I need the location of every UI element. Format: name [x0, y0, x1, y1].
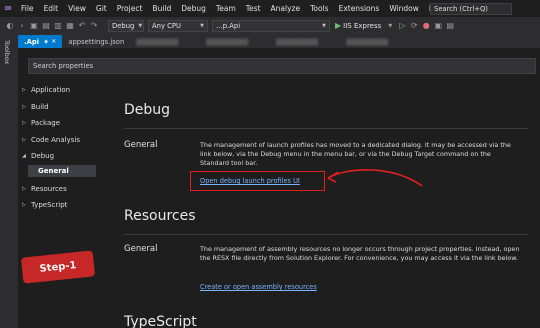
section-divider [124, 128, 528, 129]
menu-file[interactable]: File [16, 4, 39, 13]
new-item-icon[interactable]: ▣ [28, 21, 40, 30]
tab-appsettings[interactable]: appsettings.json [62, 35, 130, 48]
hot-reload-icon[interactable]: ⟳ [408, 21, 420, 30]
expand-arrow-icon: ▷ [22, 120, 26, 127]
standard-toolbar: ◐ › ▣ ▤ ▥ ▦ ↶ ↷ Debug ▼ Any CPU ▼ …p.Api ▼ … [0, 17, 540, 34]
menu-debug[interactable]: Debug [176, 4, 211, 13]
menu-tools[interactable]: Tools [305, 4, 333, 13]
properties-nav: ▷ Application ▷ Build ▷ Package ▷ Code A… [22, 82, 112, 214]
menu-test[interactable]: Test [241, 4, 266, 13]
nav-item-debug[interactable]: ◢ Debug [22, 148, 112, 165]
resources-general-label: General [124, 244, 158, 254]
expand-arrow-icon: ▷ [22, 202, 26, 209]
chevron-down-icon: ▼ [322, 22, 326, 29]
tab-blurred-1[interactable]: ▇▇▇▇▇▇▇▇ [130, 35, 200, 48]
nav-item-label: Debug [31, 152, 55, 161]
menu-project[interactable]: Project [112, 4, 148, 13]
solution-platform-value: Any CPU [152, 21, 181, 30]
undo-icon[interactable]: ↶ [76, 21, 88, 30]
menu-edit[interactable]: Edit [39, 4, 64, 13]
solution-configuration-value: Debug [112, 21, 135, 30]
nav-item-build[interactable]: ▷ Build [22, 99, 112, 116]
startup-project-dropdown[interactable]: …p.Api ▼ [212, 19, 330, 32]
create-assembly-resources-link[interactable]: Create or open assembly resources [200, 283, 317, 291]
save-all-icon[interactable]: ▦ [64, 21, 76, 30]
nav-item-typescript[interactable]: ▷ TypeScript [22, 197, 112, 214]
play-icon: ▶ [335, 21, 342, 30]
browser-link-icon[interactable]: ● [420, 21, 432, 30]
typescript-section-title: TypeScript [124, 314, 197, 328]
nav-item-package[interactable]: ▷ Package [22, 115, 112, 132]
start-debugging-button[interactable]: ▶ IIS Express [335, 21, 381, 30]
nav-item-label: Code Analysis [31, 135, 80, 144]
tab-appsettings-label: appsettings.json [68, 37, 125, 46]
nav-subitem-general[interactable]: General [28, 164, 96, 177]
resources-section-title: Resources [124, 208, 196, 224]
save-icon[interactable]: ▥ [52, 21, 64, 30]
tab-blurred-4[interactable]: ▇▇▇▇▇▇▇▇ [340, 35, 410, 48]
debug-general-label: General [124, 140, 158, 150]
section-divider [124, 234, 528, 235]
project-properties-page: Search properties ▷ Application ▷ Build … [18, 48, 540, 328]
toolbar-tool-icon-2[interactable]: ▤ [444, 21, 456, 30]
nav-item-label: Package [31, 119, 61, 128]
annotation-arrow-icon [327, 169, 423, 187]
pin-icon[interactable]: ◈ [44, 39, 48, 45]
run-target-chevron-icon[interactable]: ▾ [384, 21, 396, 30]
document-tabs: .Api ◈ ✕ appsettings.json ▇▇▇▇▇▇▇▇ ▇▇▇▇▇… [18, 34, 540, 48]
tab-project-properties[interactable]: .Api ◈ ✕ [18, 35, 63, 48]
toolbox-tab[interactable]: Toolbox [3, 40, 11, 64]
nav-item-application[interactable]: ▷ Application [22, 82, 112, 99]
menu-git[interactable]: Git [91, 4, 112, 13]
nav-item-label: Build [31, 102, 49, 111]
open-file-icon[interactable]: ▤ [40, 21, 52, 30]
start-without-debugging-icon[interactable]: ▷ [396, 21, 408, 30]
menu-bar: ∞ File Edit View Git Project Build Debug… [0, 0, 540, 17]
menu-window[interactable]: Window [384, 4, 424, 13]
visual-studio-logo-icon: ∞ [3, 3, 13, 14]
menu-team[interactable]: Team [211, 4, 241, 13]
redo-icon[interactable]: ↷ [88, 21, 100, 30]
nav-item-resources[interactable]: ▷ Resources [22, 181, 112, 198]
search-properties-input[interactable]: Search properties [28, 58, 536, 74]
navigate-back-icon[interactable]: ◐ [4, 21, 16, 30]
collapse-arrow-icon: ◢ [22, 153, 26, 160]
navigate-forward-icon[interactable]: › [16, 21, 28, 30]
toolbox-rail [0, 34, 18, 328]
menu-analyze[interactable]: Analyze [266, 4, 306, 13]
nav-item-code-analysis[interactable]: ▷ Code Analysis [22, 132, 112, 149]
menu-extensions[interactable]: Extensions [334, 4, 385, 13]
debug-section-title: Debug [124, 102, 171, 118]
solution-platform-dropdown[interactable]: Any CPU ▼ [148, 19, 208, 32]
tab-project-properties-label: .Api [24, 37, 40, 46]
tab-blurred-2[interactable]: ▇▇▇▇▇▇▇▇ [200, 35, 270, 48]
startup-project-value: …p.Api [216, 21, 241, 30]
menu-build[interactable]: Build [147, 4, 176, 13]
run-target-label: IIS Express [343, 21, 382, 30]
global-search-input[interactable]: Search (Ctrl+Q) [430, 3, 512, 15]
chevron-down-icon: ▼ [138, 22, 143, 29]
expand-arrow-icon: ▷ [22, 136, 26, 143]
tab-blurred-3[interactable]: ▇▇▇▇▇▇▇▇ [270, 35, 340, 48]
close-icon[interactable]: ✕ [51, 38, 56, 45]
expand-arrow-icon: ▷ [22, 103, 26, 110]
nav-item-label: Application [31, 86, 71, 95]
nav-item-label: TypeScript [31, 201, 68, 210]
expand-arrow-icon: ▷ [22, 185, 26, 192]
chevron-down-icon: ▼ [200, 22, 204, 29]
solution-configuration-dropdown[interactable]: Debug ▼ [108, 19, 144, 32]
toolbar-tool-icon[interactable]: ▣ [432, 21, 444, 30]
expand-arrow-icon: ▷ [22, 87, 26, 94]
nav-item-label: Resources [31, 184, 67, 193]
resources-general-description: The management of assembly resources no … [200, 245, 520, 262]
menu-view[interactable]: View [63, 4, 91, 13]
